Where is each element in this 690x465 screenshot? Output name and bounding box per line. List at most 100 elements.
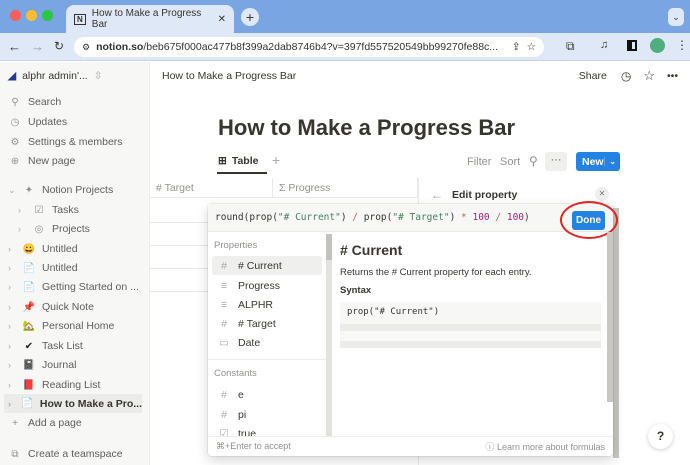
sidebar-page[interactable]: › 🏡 Personal Home	[8, 320, 114, 332]
url-bar[interactable]: ⚙ notion.so/beb675f000ac477b8f399a2dab87…	[74, 37, 544, 57]
extensions-icon[interactable]: ⧉	[566, 39, 575, 54]
tab-list-chevron-icon[interactable]: ⌄	[668, 8, 684, 26]
list-item[interactable]: # # Target	[212, 314, 322, 333]
sidebar-label: Notion Projects	[42, 184, 114, 196]
chevron-right-icon[interactable]: ›	[8, 244, 16, 254]
chevron-down-icon[interactable]: ⌄	[604, 157, 620, 166]
filter-button[interactable]: Filter	[467, 156, 491, 168]
item-label: # Target	[238, 317, 276, 330]
list-item-current[interactable]: # # Current	[212, 256, 322, 275]
help-button[interactable]: ?	[648, 424, 673, 449]
page-title[interactable]: How to Make a Progress Bar	[218, 115, 515, 141]
tab-table[interactable]: ⊞ Table	[218, 155, 258, 167]
back-icon[interactable]: ←	[8, 39, 21, 54]
column-header-progress[interactable]: Σ Progress	[273, 178, 418, 198]
media-icon[interactable]: ♫	[600, 39, 608, 51]
share-icon[interactable]: ⇪	[512, 41, 521, 53]
chevron-right-icon[interactable]: ›	[8, 282, 16, 292]
chevron-right-icon[interactable]: ›	[8, 341, 16, 351]
learn-more-link[interactable]: ⓘ Learn more about formulas	[485, 440, 605, 453]
sidebar-page[interactable]: › 😀 Untitled	[8, 243, 78, 255]
add-page-button[interactable]: + Add a page	[8, 417, 82, 429]
column-header-target[interactable]: # Target	[150, 178, 273, 198]
sidebar-item-new-page[interactable]: ⊕ New page	[8, 155, 75, 167]
item-label: pi	[238, 408, 247, 421]
number-icon: #	[221, 408, 227, 421]
sidebar-item-updates[interactable]: ◷ Updates	[8, 116, 67, 128]
workspace-switcher[interactable]: ◢ alphr admin'... ⇳	[8, 70, 103, 82]
list-item[interactable]: ≡ Progress	[212, 276, 322, 295]
history-clock-icon[interactable]: ◷	[621, 69, 631, 83]
reload-icon[interactable]: ↻	[54, 39, 64, 53]
sidebar-page[interactable]: › ☑ Tasks	[18, 204, 79, 216]
chevron-right-icon[interactable]: ›	[8, 302, 16, 312]
more-options-icon[interactable]: ···	[545, 152, 567, 171]
profile-avatar[interactable]	[650, 38, 665, 53]
side-panel-icon[interactable]	[627, 40, 637, 51]
chevron-right-icon[interactable]: ›	[8, 321, 16, 331]
property-detail: # Current Returns the # Current property…	[332, 232, 607, 436]
sidebar-item-settings[interactable]: ⚙ Settings & members	[8, 136, 123, 148]
item-label: Date	[238, 336, 261, 349]
add-view-icon[interactable]: +	[272, 152, 280, 168]
number-icon: #	[221, 259, 227, 272]
create-teamspace-button[interactable]: ⧉ Create a teamspace	[8, 448, 122, 460]
new-label: New	[582, 155, 604, 168]
chevron-down-icon[interactable]: ⌄	[8, 185, 16, 196]
sidebar-page[interactable]: › 📄 Untitled	[8, 262, 78, 274]
sidebar-label: Projects	[52, 223, 90, 235]
close-window-button[interactable]	[10, 10, 21, 21]
sidebar-page[interactable]: › ✔ Task List	[8, 340, 83, 352]
sidebar-label: Task List	[42, 340, 83, 352]
formula-input[interactable]: round(prop("# Current") / prop("# Target…	[208, 204, 613, 232]
bookmark-star-icon[interactable]: ☆	[527, 41, 536, 53]
back-arrow-icon[interactable]: ←	[431, 188, 443, 202]
sidebar-label: How to Make a Pro...	[39, 397, 142, 410]
chevron-right-icon[interactable]: ›	[18, 224, 26, 234]
clock-icon: ◷	[10, 116, 20, 128]
new-tab-button[interactable]: +	[241, 8, 259, 26]
chevron-right-icon[interactable]: ›	[8, 263, 16, 273]
tab-label: Table	[231, 155, 259, 167]
more-icon[interactable]: •••	[667, 70, 678, 82]
sidebar-page[interactable]: › 📓 Journal	[8, 359, 76, 371]
sidebar-page-active[interactable]: › 📄 How to Make a Pro...	[4, 394, 142, 413]
breadcrumb[interactable]: How to Make a Progress Bar	[162, 70, 579, 82]
list-item[interactable]: ≡ ALPHR	[212, 295, 322, 314]
maximize-window-button[interactable]	[42, 10, 53, 21]
sidebar-item-search[interactable]: ⚲ Search	[8, 96, 61, 108]
detail-scrollbar[interactable]	[607, 232, 613, 402]
done-button[interactable]: Done	[572, 211, 605, 230]
chevron-right-icon[interactable]: ›	[8, 380, 16, 390]
list-item[interactable]: ▭ Date	[212, 333, 322, 352]
share-button[interactable]: Share	[579, 70, 607, 82]
search-icon[interactable]: ⚲	[529, 154, 538, 168]
sidebar-page[interactable]: › 📕 Reading List	[8, 379, 100, 391]
sidebar-page[interactable]: ⌄ ✦ Notion Projects	[8, 184, 113, 196]
browser-tab[interactable]: N How to Make a Progress Bar ✕	[66, 5, 234, 33]
help-circle-icon: ⓘ	[485, 442, 497, 452]
list-item[interactable]: # pi	[212, 405, 322, 424]
close-tab-icon[interactable]: ✕	[218, 14, 226, 25]
row-divider	[150, 291, 210, 292]
browser-menu-icon[interactable]: ⋮	[676, 38, 688, 52]
list-item[interactable]: # e	[212, 385, 322, 404]
sidebar-page[interactable]: › ◎ Projects	[18, 223, 90, 235]
chevron-right-icon[interactable]: ›	[18, 205, 26, 215]
new-button[interactable]: New ⌄	[576, 152, 620, 171]
active-tab-underline	[217, 172, 267, 174]
site-settings-icon[interactable]: ⚙	[82, 42, 90, 53]
forward-icon[interactable]: →	[31, 39, 44, 54]
section-label: Properties	[214, 240, 258, 251]
chevron-right-icon[interactable]: ›	[8, 360, 16, 370]
page-icon: 📄	[21, 398, 34, 409]
chevron-right-icon[interactable]: ›	[8, 399, 15, 409]
list-item[interactable]: ☑ true	[212, 424, 322, 437]
favorite-star-icon[interactable]: ☆	[643, 68, 655, 84]
sidebar-page[interactable]: › 📄 Getting Started on ...	[8, 281, 139, 293]
sidebar-page[interactable]: › 📌 Quick Note	[8, 301, 94, 313]
sort-button[interactable]: Sort	[500, 156, 520, 168]
scrollbar[interactable]	[613, 208, 619, 458]
close-icon[interactable]: ✕	[595, 187, 609, 201]
minimize-window-button[interactable]	[26, 10, 37, 21]
